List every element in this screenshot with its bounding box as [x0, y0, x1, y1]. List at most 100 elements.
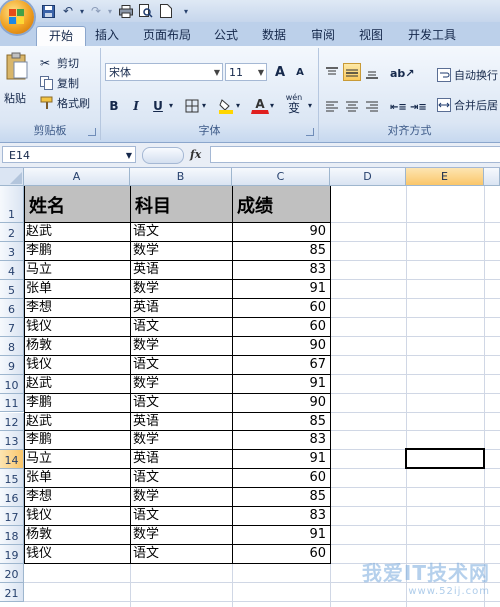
row-header-1[interactable]: 1 [0, 186, 24, 223]
row-header-20[interactable]: 20 [0, 564, 24, 584]
table-header-subject[interactable]: 科目 [131, 186, 232, 223]
format-painter-button[interactable]: 格式刷 [40, 94, 90, 112]
column-header-f[interactable] [484, 168, 500, 186]
row-header-9[interactable]: 9 [0, 355, 24, 375]
copy-button[interactable]: 复制 [40, 74, 79, 92]
row-header-4[interactable]: 4 [0, 260, 24, 280]
print-icon[interactable] [118, 3, 134, 19]
row-header-2[interactable]: 2 [0, 223, 24, 242]
formula-bar-splitter[interactable] [142, 147, 184, 164]
column-header-b[interactable]: B [130, 168, 232, 186]
cell-name[interactable]: 钱仪 [26, 319, 126, 336]
row-header-21[interactable]: 21 [0, 583, 24, 602]
table-header-name[interactable]: 姓名 [25, 186, 130, 223]
cell-name[interactable]: 张单 [26, 470, 126, 487]
cell-score[interactable]: 60 [234, 546, 326, 563]
paste-button[interactable]: 粘贴 [4, 52, 32, 112]
column-header-e[interactable]: E [406, 168, 484, 186]
clipboard-dialog-launcher[interactable] [88, 128, 96, 136]
tab-page-layout[interactable]: 页面布局 [136, 26, 198, 46]
cell-subject[interactable]: 语文 [133, 224, 229, 241]
tab-formulas[interactable]: 公式 [205, 26, 247, 46]
phonetic-dropdown-icon[interactable]: ▾ [308, 101, 312, 110]
cell-subject[interactable]: 英语 [133, 414, 229, 431]
cell-score[interactable]: 83 [234, 432, 326, 449]
cell-subject[interactable]: 英语 [133, 451, 229, 468]
column-header-d[interactable]: D [330, 168, 406, 186]
row-header-11[interactable]: 11 [0, 393, 24, 413]
align-center-button[interactable] [343, 96, 361, 114]
select-all-corner[interactable] [0, 168, 24, 186]
print-preview-icon[interactable] [138, 3, 154, 19]
cell-score[interactable]: 91 [234, 451, 326, 468]
cell-subject[interactable]: 数学 [133, 338, 229, 355]
cell-name[interactable]: 李鹏 [26, 432, 126, 449]
cell-name[interactable]: 马立 [26, 451, 126, 468]
row-header-19[interactable]: 19 [0, 545, 24, 565]
row-header-13[interactable]: 13 [0, 431, 24, 451]
cell-score[interactable]: 83 [234, 508, 326, 525]
cell-score[interactable]: 91 [234, 376, 326, 393]
underline-button[interactable]: U [149, 96, 167, 114]
tab-insert[interactable]: 插入 [86, 26, 128, 46]
column-header-c[interactable]: C [232, 168, 330, 186]
tab-review[interactable]: 审阅 [302, 26, 344, 46]
cell-name[interactable]: 李想 [26, 489, 126, 506]
cell-name[interactable]: 钱仪 [26, 357, 126, 374]
cell-score[interactable]: 91 [234, 527, 326, 544]
cell-score[interactable]: 83 [234, 262, 326, 279]
row-header-12[interactable]: 12 [0, 412, 24, 432]
cell-name[interactable]: 钱仪 [26, 546, 126, 563]
cut-button[interactable]: ✂ 剪切 [40, 54, 79, 72]
office-button[interactable] [0, 0, 34, 34]
insert-function-button[interactable]: fx [190, 148, 201, 161]
cell-subject[interactable]: 语文 [133, 395, 229, 412]
italic-button[interactable]: I [127, 96, 145, 114]
cell-subject[interactable]: 数学 [133, 376, 229, 393]
worksheet-grid[interactable]: A B C D E 姓名 科目 成绩 1 2 3 4 5 6 7 8 9 10 11 12 13 14 15… [0, 168, 500, 607]
align-left-button[interactable] [323, 96, 341, 114]
cell-subject[interactable]: 英语 [133, 300, 229, 317]
row-header-3[interactable]: 3 [0, 241, 24, 261]
cell-score[interactable]: 90 [234, 395, 326, 412]
redo-dropdown-icon[interactable]: ▾ [102, 3, 118, 19]
cell-name[interactable]: 杨敦 [26, 527, 126, 544]
tab-data[interactable]: 数据 [253, 26, 295, 46]
cell-score[interactable]: 90 [234, 338, 326, 355]
new-document-icon[interactable] [158, 3, 174, 19]
cell-score[interactable]: 85 [234, 414, 326, 431]
cell-subject[interactable]: 数学 [133, 527, 229, 544]
cell-name[interactable]: 李鹏 [26, 395, 126, 412]
row-header-14[interactable]: 14 [0, 450, 24, 470]
align-top-button[interactable] [323, 63, 341, 81]
underline-dropdown-icon[interactable]: ▾ [169, 101, 173, 110]
cell-score[interactable]: 91 [234, 281, 326, 298]
cell-subject[interactable]: 语文 [133, 357, 229, 374]
save-icon[interactable] [40, 3, 56, 19]
shrink-font-button[interactable]: A [291, 63, 309, 81]
increase-indent-button[interactable]: ⇥≡ [409, 96, 427, 114]
align-middle-button[interactable] [343, 63, 361, 81]
cell-score[interactable]: 60 [234, 300, 326, 317]
row-header-8[interactable]: 8 [0, 336, 24, 356]
decrease-indent-button[interactable]: ⇤≡ [389, 96, 407, 114]
fill-color-button[interactable] [217, 96, 235, 114]
cell-subject[interactable]: 语文 [133, 508, 229, 525]
table-header-score[interactable]: 成绩 [233, 186, 330, 223]
cell-subject[interactable]: 语文 [133, 470, 229, 487]
column-header-a[interactable]: A [24, 168, 130, 186]
cell-score[interactable]: 90 [234, 224, 326, 241]
cell-score[interactable]: 60 [234, 319, 326, 336]
cell-name[interactable]: 杨敦 [26, 338, 126, 355]
row-header-15[interactable]: 15 [0, 469, 24, 489]
cell-subject[interactable]: 数学 [133, 489, 229, 506]
cell-subject[interactable]: 数学 [133, 281, 229, 298]
row-header-7[interactable]: 7 [0, 317, 24, 337]
cell-score[interactable]: 85 [234, 489, 326, 506]
borders-dropdown-icon[interactable]: ▾ [202, 101, 206, 110]
cell-name[interactable]: 李想 [26, 300, 126, 317]
row-header-10[interactable]: 10 [0, 374, 24, 394]
cell-score[interactable]: 67 [234, 357, 326, 374]
font-color-dropdown-icon[interactable]: ▾ [270, 101, 274, 110]
merge-center-button[interactable]: 合并后居 [437, 96, 498, 114]
